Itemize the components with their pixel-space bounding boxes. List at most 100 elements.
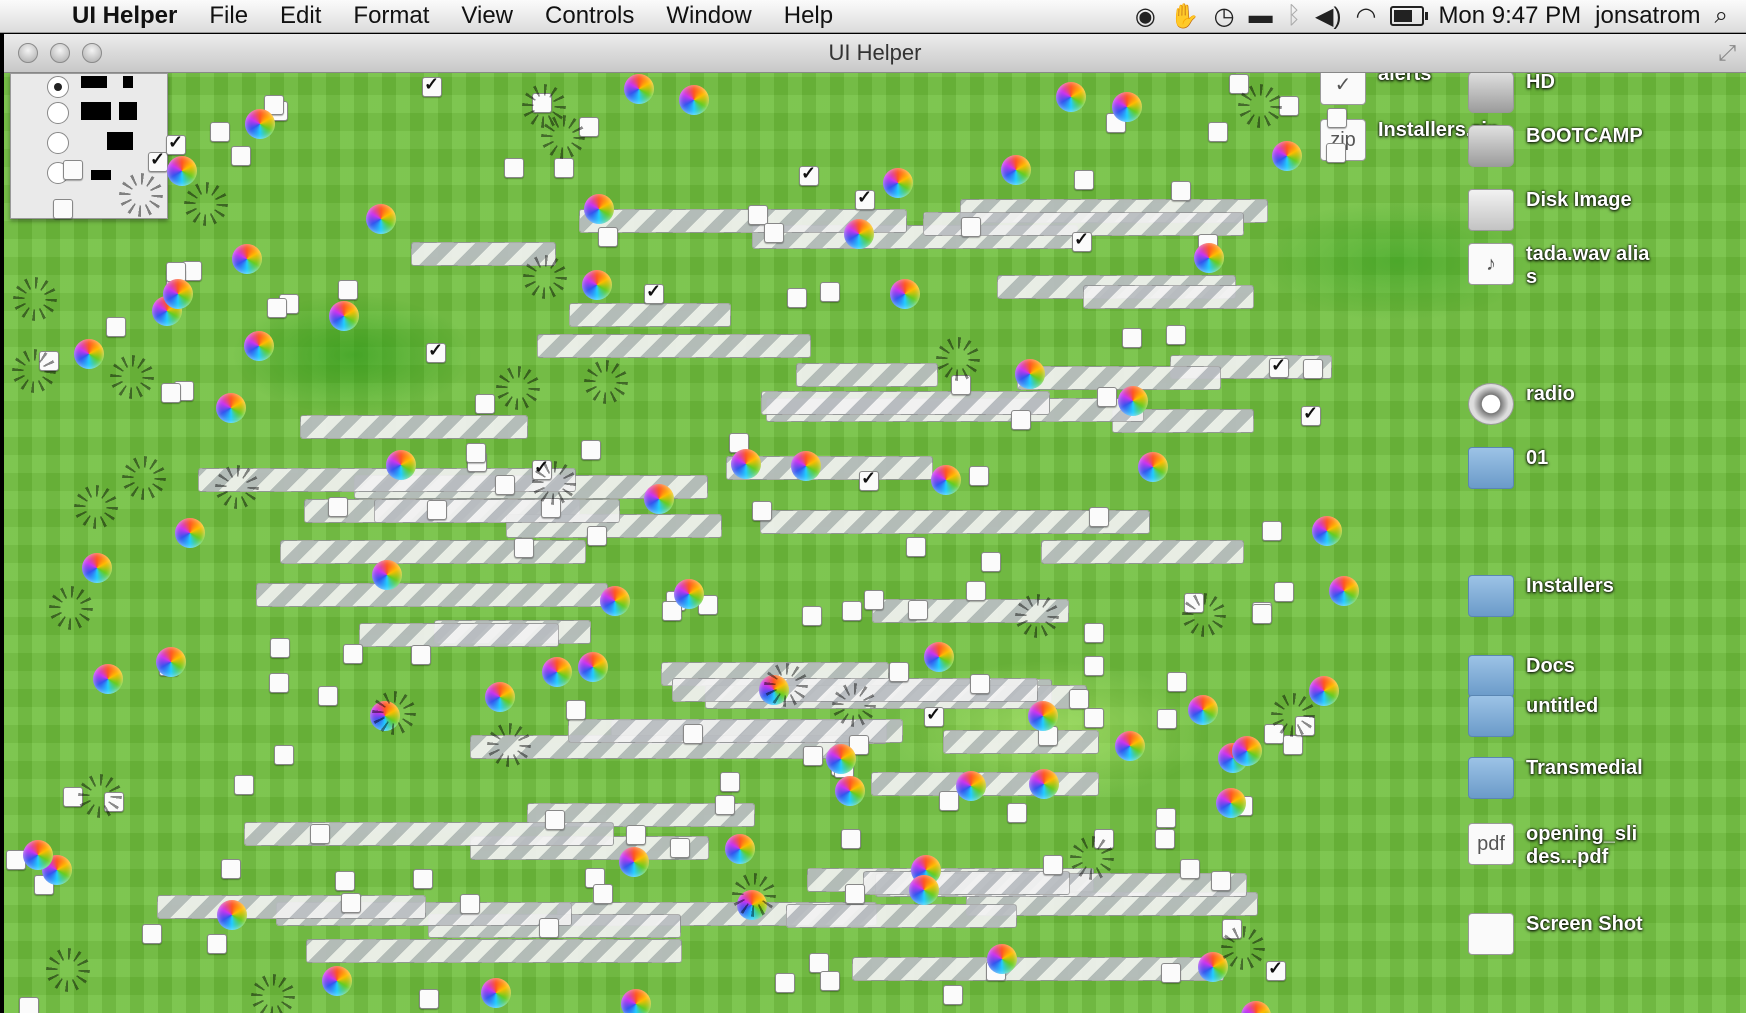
checkbox[interactable]	[820, 282, 840, 302]
desktop-icon-bootcamp[interactable]: BOOTCAMP	[1468, 125, 1643, 167]
checkbox[interactable]	[1211, 871, 1231, 891]
desktop-icon-docs[interactable]: Docs	[1468, 655, 1575, 697]
checkbox[interactable]	[855, 187, 875, 210]
checkbox[interactable]	[683, 724, 703, 744]
checkbox[interactable]	[820, 971, 840, 991]
checkbox[interactable]	[1089, 507, 1109, 527]
checkbox[interactable]	[1161, 963, 1181, 983]
checkbox[interactable]	[1167, 672, 1187, 692]
desktop-icon-installers[interactable]: Installers	[1468, 575, 1614, 617]
checkbox[interactable]	[644, 281, 664, 304]
checkbox[interactable]	[413, 869, 433, 889]
checkbox[interactable]	[1166, 325, 1186, 345]
checkbox[interactable]	[1301, 403, 1321, 426]
checkbox[interactable]	[267, 298, 287, 318]
wifi-icon[interactable]: ◠	[1355, 2, 1376, 31]
volume-icon[interactable]: ◀)	[1315, 2, 1341, 31]
checkbox[interactable]	[799, 163, 819, 186]
checkbox[interactable]	[1283, 735, 1303, 755]
menu-window[interactable]: Window	[650, 2, 767, 30]
menu-edit[interactable]: Edit	[264, 2, 337, 30]
checkbox[interactable]	[969, 466, 989, 486]
radio-button[interactable]	[47, 102, 69, 124]
checkbox[interactable]	[1069, 689, 1089, 709]
checkbox[interactable]	[1262, 521, 1282, 541]
checkbox[interactable]	[422, 74, 442, 97]
checkbox[interactable]	[924, 704, 944, 727]
checkbox[interactable]	[221, 859, 241, 879]
menu-file[interactable]: File	[193, 2, 264, 30]
checkbox[interactable]	[1252, 604, 1272, 624]
checkbox[interactable]	[859, 468, 879, 491]
checkbox[interactable]	[1043, 855, 1063, 875]
checkbox[interactable]	[274, 745, 294, 765]
checkbox[interactable]	[1084, 708, 1104, 728]
close-button[interactable]	[18, 43, 38, 63]
checkbox[interactable]	[1274, 582, 1294, 602]
checkbox[interactable]	[908, 600, 928, 620]
checkbox[interactable]	[19, 997, 39, 1013]
checkbox[interactable]	[207, 934, 227, 954]
checkbox[interactable]	[1155, 829, 1175, 849]
battery-icon[interactable]	[1390, 6, 1429, 26]
checkbox[interactable]	[1156, 808, 1176, 828]
checkbox[interactable]	[1074, 170, 1094, 190]
checkbox[interactable]	[341, 893, 361, 913]
spotlight-icon[interactable]: ⌕	[1715, 2, 1728, 30]
desktop-icon-hd[interactable]: HD	[1468, 73, 1555, 113]
checkbox[interactable]	[504, 158, 524, 178]
hand-icon[interactable]: ✋	[1170, 2, 1200, 31]
checkbox[interactable]	[802, 606, 822, 626]
checkbox[interactable]	[939, 791, 959, 811]
checkbox[interactable]	[670, 838, 690, 858]
checkbox[interactable]	[210, 122, 230, 142]
checkbox[interactable]	[841, 829, 861, 849]
checkbox[interactable]	[338, 280, 358, 300]
checkbox[interactable]	[1097, 387, 1117, 407]
radio-button[interactable]	[47, 76, 69, 98]
desktop-icon-screen-shot[interactable]: Screen Shot	[1468, 913, 1643, 955]
checkbox[interactable]	[752, 501, 772, 521]
checkbox[interactable]	[809, 953, 829, 973]
fullscreen-icon[interactable]: ⤢	[1718, 40, 1736, 66]
checkbox[interactable]	[1208, 122, 1228, 142]
checkbox[interactable]	[1084, 623, 1104, 643]
checkbox[interactable]	[343, 644, 363, 664]
checkbox[interactable]	[53, 199, 73, 219]
window-titlebar[interactable]: UI Helper ⤢	[4, 34, 1746, 73]
desktop-icon-disk-image[interactable]: Disk Image	[1468, 189, 1632, 231]
checkbox[interactable]	[161, 383, 181, 403]
desktop-icon-01[interactable]: 01	[1468, 447, 1548, 489]
checkbox[interactable]	[148, 149, 168, 172]
clock[interactable]: Mon 9:47 PM	[1438, 2, 1581, 30]
minimize-button[interactable]	[50, 43, 70, 63]
desktop-icon-alerts[interactable]: ✓ alerts	[1320, 73, 1431, 105]
checkbox[interactable]	[1327, 108, 1347, 128]
checkbox[interactable]	[1266, 958, 1286, 981]
checkbox[interactable]	[310, 824, 330, 844]
checkbox[interactable]	[466, 443, 486, 463]
bluetooth-icon[interactable]: ᛒ	[1287, 2, 1301, 30]
menu-app-name[interactable]: UI Helper	[58, 2, 193, 30]
checkbox[interactable]	[715, 795, 735, 815]
checkbox[interactable]	[864, 590, 884, 610]
checkbox[interactable]	[970, 674, 990, 694]
checkbox[interactable]	[845, 884, 865, 904]
checkbox[interactable]	[495, 475, 515, 495]
checkbox[interactable]	[1279, 96, 1299, 116]
desktop-icon-untitled[interactable]: untitled	[1468, 695, 1598, 737]
checkbox[interactable]	[961, 217, 981, 237]
checkbox[interactable]	[166, 132, 186, 155]
checkbox[interactable]	[1072, 229, 1092, 252]
checkbox[interactable]	[411, 645, 431, 665]
checkbox[interactable]	[554, 158, 574, 178]
checkbox[interactable]	[269, 673, 289, 693]
checkbox[interactable]	[889, 662, 909, 682]
time-machine-icon[interactable]: ◷	[1214, 2, 1235, 31]
checkbox[interactable]	[539, 918, 559, 938]
screen-sharing-icon[interactable]: ◉	[1135, 2, 1156, 31]
menu-view[interactable]: View	[445, 2, 529, 30]
checkbox[interactable]	[764, 223, 784, 243]
checkbox[interactable]	[1122, 328, 1142, 348]
menu-controls[interactable]: Controls	[529, 2, 650, 30]
